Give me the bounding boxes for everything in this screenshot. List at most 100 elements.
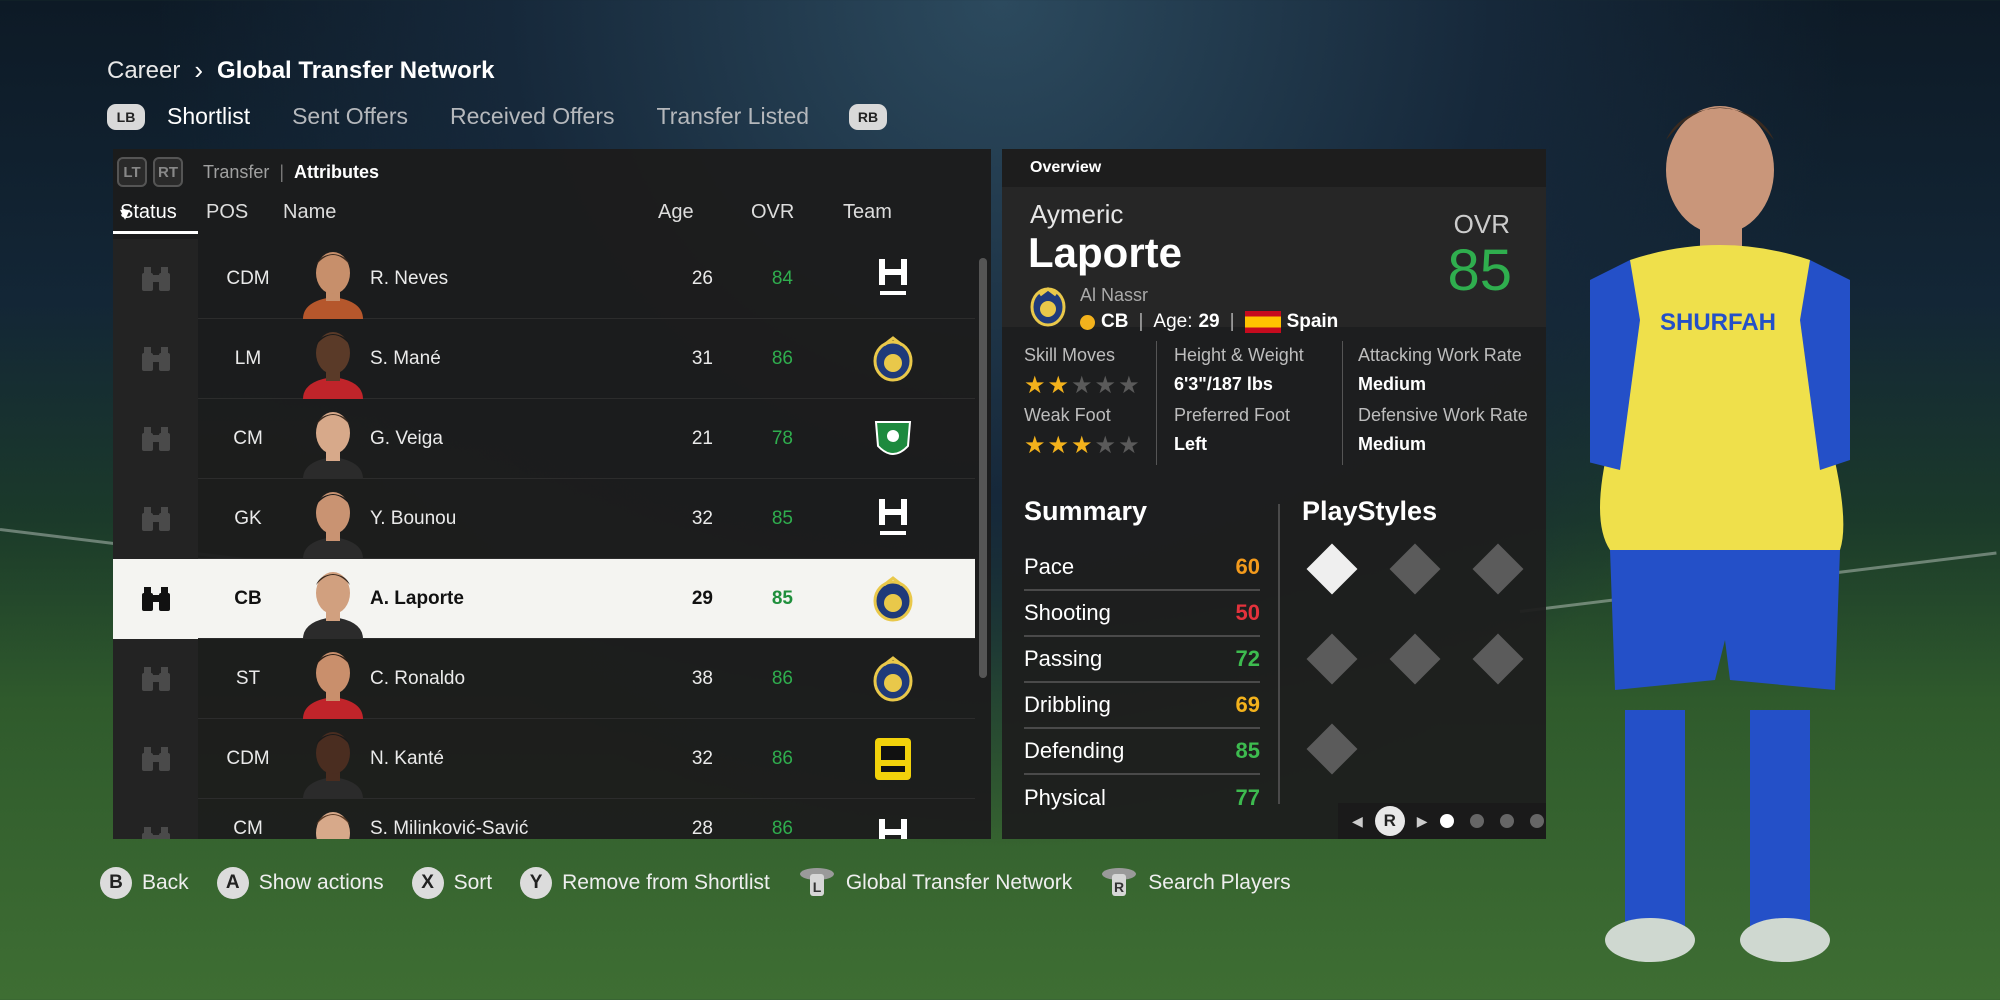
player-position: GK <box>234 507 262 529</box>
page-title: Global Transfer Network <box>217 56 495 84</box>
table-row[interactable]: CB A. Laporte 29 85 <box>113 559 975 639</box>
svg-text:SHURFAH: SHURFAH <box>1660 309 1776 336</box>
binoculars-icon[interactable] <box>113 559 198 639</box>
height-weight: Height & Weight 6'3"/187 lbs <box>1174 345 1304 395</box>
height-weight-value: 6'3"/187 lbs <box>1174 374 1273 394</box>
column-header-name[interactable]: Name <box>283 201 336 224</box>
table-row[interactable]: CM G. Veiga 21 78 <box>113 399 975 479</box>
scrollbar-thumb[interactable] <box>979 258 987 678</box>
binoculars-icon[interactable] <box>113 239 198 319</box>
stat-value: 85 <box>1235 738 1260 763</box>
table-row[interactable]: ST C. Ronaldo 38 86 <box>113 639 975 719</box>
breadcrumb-root[interactable]: Career <box>107 57 180 85</box>
column-header-ovr[interactable]: OVR <box>751 201 794 224</box>
page-dot[interactable] <box>1469 814 1484 828</box>
a-button-icon: A <box>216 867 249 899</box>
star-icon: ★ <box>1118 432 1140 459</box>
attacking-work-rate-label: Attacking Work Rate <box>1358 345 1522 365</box>
subtab-transfer[interactable]: Transfer <box>203 162 269 183</box>
player-ovr: 85 <box>771 507 793 529</box>
binoculars-icon[interactable] <box>113 719 198 799</box>
rb-bumper-icon[interactable]: RB <box>849 103 888 130</box>
player-age: 32 <box>691 507 713 529</box>
stat-row-shooting: Shooting 50 <box>1024 591 1260 637</box>
binoculars-icon[interactable] <box>113 399 198 479</box>
summary-title: Summary <box>1024 496 1148 526</box>
binoculars-icon[interactable] <box>113 799 198 839</box>
star-icon: ★ <box>1047 372 1070 399</box>
table-row[interactable]: LM S. Mané 31 86 <box>113 319 975 399</box>
table-row[interactable]: CDM R. Neves 26 84 <box>113 239 975 319</box>
club-crest-icon <box>1030 287 1066 332</box>
hint-show-actions[interactable]: A Show actions <box>216 867 384 899</box>
table-row[interactable]: CDM N. Kanté 32 86 <box>113 719 975 799</box>
rt-trigger-icon[interactable]: RT <box>153 157 183 187</box>
page-dot[interactable] <box>1529 814 1544 828</box>
tab-sent-offers[interactable]: Sent Offers <box>292 103 408 130</box>
star-icon: ★ <box>1071 372 1093 399</box>
page-dot[interactable] <box>1499 814 1514 828</box>
stat-row-defending: Defending 85 <box>1024 729 1260 775</box>
playstyle-slot[interactable] <box>1389 633 1441 685</box>
chevron-right-icon[interactable]: ▶ <box>1417 813 1428 830</box>
playstyle-slot[interactable] <box>1472 633 1524 685</box>
x-button-icon: X <box>411 867 444 899</box>
hint-remove-from-shortlist[interactable]: Y Remove from Shortlist <box>520 867 770 899</box>
table-row[interactable]: GK Y. Bounou 32 85 <box>113 479 975 559</box>
ovr-label: OVR <box>1453 209 1510 239</box>
star-icon: ★ <box>1024 432 1046 459</box>
attacking-work-rate: Attacking Work Rate Medium <box>1358 345 1522 395</box>
binoculars-icon[interactable] <box>113 479 198 559</box>
hint-search-players[interactable]: R Search Players <box>1100 866 1291 900</box>
playstyles-title: PlayStyles <box>1302 496 1438 526</box>
column-header-team[interactable]: Team <box>843 201 892 224</box>
weak-foot-label: Weak Foot <box>1024 405 1111 425</box>
tab-transfer-listed[interactable]: Transfer Listed <box>657 103 810 130</box>
hint-back[interactable]: B Back <box>100 867 189 899</box>
binoculars-icon[interactable] <box>113 639 198 719</box>
player-position: CDM <box>226 747 270 769</box>
r-stick-icon[interactable]: R <box>1374 806 1405 836</box>
height-weight-label: Height & Weight <box>1174 345 1304 365</box>
column-header-status[interactable]: Status ▾ <box>120 201 177 226</box>
player-details: Skill Moves ★ ★ ★ ★ ★ Weak Foot ★ ★ ★ ★ ★ Height… <box>1002 327 1546 501</box>
hint-sort[interactable]: X Sort <box>411 867 492 899</box>
lb-bumper-icon[interactable]: LB <box>107 103 145 130</box>
stat-row-passing: Passing 72 <box>1024 637 1260 683</box>
weak-foot: Weak Foot ★ ★ ★ ★ ★ <box>1024 405 1140 458</box>
chevron-left-icon[interactable]: ◀ <box>1352 813 1363 830</box>
player-face-image <box>298 245 368 319</box>
hint-global-transfer-network[interactable]: L Global Transfer Network <box>798 866 1072 900</box>
player-name: G. Veiga <box>370 427 443 449</box>
page-dot[interactable] <box>1439 814 1454 828</box>
playstyle-slot[interactable] <box>1306 723 1358 775</box>
team-crest-icon <box>863 729 923 789</box>
page-dots <box>1439 814 1544 828</box>
binoculars-icon[interactable] <box>113 319 198 399</box>
playstyle-slot[interactable] <box>1472 543 1524 595</box>
column-header-pos[interactable]: POS <box>206 201 248 224</box>
table-row[interactable]: CM S. Milinković-Savić 28 86 <box>113 799 975 839</box>
player-name: S. Mané <box>370 347 441 369</box>
stat-value: 77 <box>1235 785 1260 810</box>
playstyle-slot[interactable] <box>1389 543 1441 595</box>
player-list: CDM R. Neves 26 84 LM S. Mané 31 86 CM G. Veiga 21… <box>113 239 975 839</box>
player-ovr: 84 <box>771 267 793 289</box>
svg-text:R: R <box>1114 879 1124 895</box>
stat-row-pace: Pace 60 <box>1024 545 1260 591</box>
playstyle-slot[interactable] <box>1306 633 1358 685</box>
overview-header: Overview <box>1002 149 1546 187</box>
stat-row-physical: Physical 77 <box>1024 775 1260 821</box>
tab-shortlist[interactable]: Shortlist <box>167 103 250 130</box>
tab-received-offers[interactable]: Received Offers <box>450 103 614 130</box>
chevron-right-icon: › <box>194 55 204 85</box>
subtab-attributes[interactable]: Attributes <box>294 162 379 183</box>
defensive-work-rate-label: Defensive Work Rate <box>1358 405 1528 425</box>
playstyle-icon[interactable] <box>1306 543 1358 595</box>
lt-trigger-icon[interactable]: LT <box>117 157 147 187</box>
player-name: N. Kanté <box>370 747 444 769</box>
column-header-age[interactable]: Age <box>658 201 694 224</box>
star-icon: ★ <box>1118 372 1140 399</box>
player-position: LM <box>234 347 262 369</box>
player-age: 29 <box>691 587 713 609</box>
